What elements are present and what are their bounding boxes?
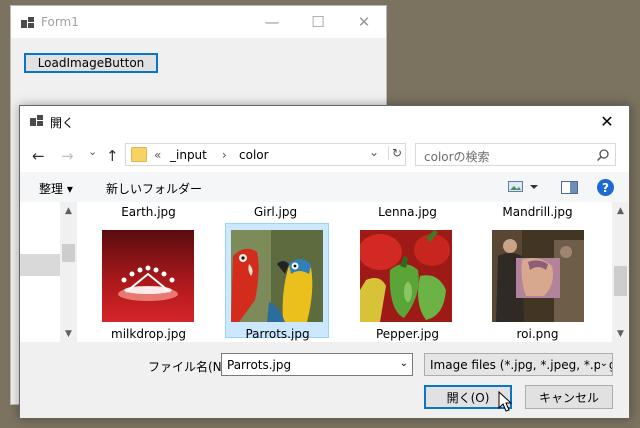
minimize-button[interactable]: — — [249, 6, 295, 38]
file-name-input[interactable]: Parrots.jpg ⌄ — [221, 353, 413, 376]
form1-close-button[interactable]: ✕ — [341, 6, 387, 38]
form1-titlebar[interactable]: Form1 — ☐ ✕ — [11, 6, 386, 38]
change-view-icon[interactable] — [508, 181, 540, 193]
file-type-value: Image files (*.jpg, *.jpeg, *.png) — [430, 358, 613, 372]
form1-title: Form1 — [41, 15, 79, 29]
breadcrumb-color[interactable]: color — [239, 148, 269, 162]
up-button[interactable]: ↑ — [106, 147, 119, 165]
navigation-pane[interactable]: ▲ ▼ — [20, 202, 78, 342]
file-list-scrollbar[interactable]: ▲ ▼ — [612, 202, 629, 342]
breadcrumb-input[interactable]: _input — [170, 148, 207, 162]
dialog-app-icon — [30, 115, 43, 126]
organize-menu[interactable]: 整理 ▾ — [39, 180, 73, 197]
dialog-close-button[interactable]: ✕ — [585, 106, 629, 136]
dialog-bottom-panel: ファイル名(N): Parrots.jpg ⌄ Image files (*.j… — [20, 342, 629, 418]
pepper-thumbnail[interactable] — [360, 230, 452, 322]
scroll-down-icon[interactable]: ▼ — [60, 325, 77, 342]
nav-pane-scrollbar[interactable]: ▲ ▼ — [60, 202, 77, 342]
file-scroll-up-icon[interactable]: ▲ — [612, 202, 629, 219]
dialog-titlebar[interactable]: 開く ✕ — [20, 106, 629, 136]
new-folder-button[interactable]: 新しいフォルダー — [106, 180, 202, 197]
breadcrumb-overflow[interactable]: « — [154, 148, 161, 162]
nav-pane-selected-item[interactable] — [20, 254, 60, 276]
file-name-dropdown-icon[interactable]: ⌄ — [400, 358, 408, 369]
file-type-dropdown-icon[interactable]: ⌄ — [599, 358, 608, 369]
scroll-thumb[interactable] — [62, 244, 75, 262]
open-file-dialog: 開く ✕ ← → ⌄ ↑ « _input › color ⌄ ↻ colorの… — [19, 105, 630, 418]
mouse-cursor-icon — [498, 391, 512, 412]
file-name-parrots[interactable]: Parrots.jpg — [225, 327, 330, 341]
parrots-thumbnail[interactable] — [231, 230, 323, 322]
app-icon — [21, 17, 34, 28]
file-name-milkdrop[interactable]: milkdrop.jpg — [96, 327, 201, 341]
search-icon — [597, 149, 609, 161]
address-dropdown-icon[interactable]: ⌄ — [369, 145, 379, 159]
roi-thumbnail[interactable] — [492, 230, 584, 322]
file-name-mandrill[interactable]: Mandrill.jpg — [485, 205, 590, 219]
load-image-button[interactable]: LoadImageButton — [24, 53, 158, 73]
file-name-label: ファイル名(N): — [148, 360, 231, 374]
file-scroll-thumb[interactable] — [614, 266, 627, 296]
file-name-pepper[interactable]: Pepper.jpg — [355, 327, 460, 341]
recent-locations-button[interactable]: ⌄ — [88, 145, 97, 158]
help-icon[interactable]: ? — [597, 179, 614, 196]
command-toolbar: 整理 ▾ 新しいフォルダー ? — [20, 172, 629, 202]
preview-pane-icon[interactable] — [561, 181, 578, 194]
file-name-earth[interactable]: Earth.jpg — [96, 205, 201, 219]
milkdrop-thumbnail[interactable] — [102, 230, 194, 322]
scroll-up-icon[interactable]: ▲ — [60, 202, 77, 219]
dialog-title: 開く — [50, 116, 75, 130]
search-box[interactable]: colorの検索 — [415, 143, 616, 166]
breadcrumb-separator: › — [222, 148, 227, 162]
maximize-button[interactable]: ☐ — [295, 6, 341, 38]
folder-icon — [131, 147, 147, 162]
file-type-select[interactable]: Image files (*.jpg, *.jpeg, *.png) ⌄ — [424, 353, 613, 376]
back-button[interactable]: ← — [32, 147, 45, 165]
file-name-value: Parrots.jpg — [227, 358, 292, 372]
cancel-button[interactable]: キャンセル — [525, 385, 613, 409]
file-name-lenna[interactable]: Lenna.jpg — [355, 205, 460, 219]
search-placeholder: colorの検索 — [424, 150, 490, 164]
file-scroll-down-icon[interactable]: ▼ — [612, 325, 629, 342]
address-bar[interactable]: « _input › color ⌄ ↻ — [125, 143, 406, 166]
forward-button[interactable]: → — [61, 147, 74, 165]
file-list[interactable]: Earth.jpg Girl.jpg Lenna.jpg Mandrill.jp… — [96, 202, 612, 342]
file-name-girl[interactable]: Girl.jpg — [223, 205, 328, 219]
file-name-roi[interactable]: roi.png — [485, 327, 590, 341]
refresh-icon[interactable]: ↻ — [388, 146, 402, 160]
